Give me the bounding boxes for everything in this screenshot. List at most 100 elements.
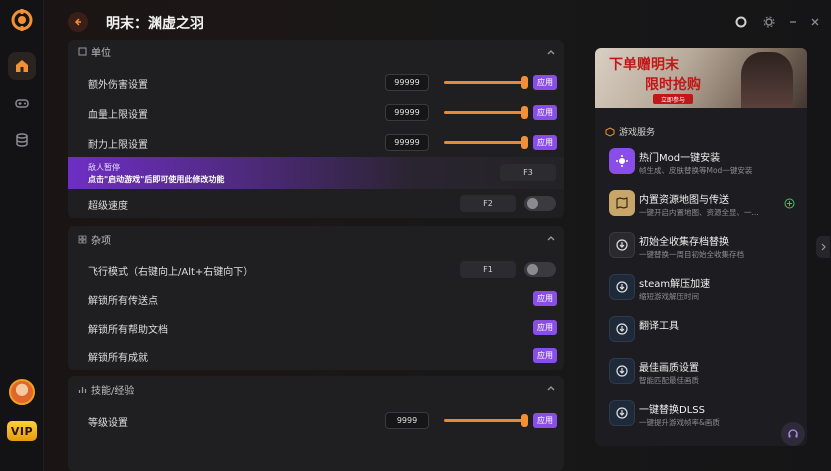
extra-damage-slider[interactable] (444, 81, 526, 84)
setting-row-fly-mode: 飞行模式（右键向上/Alt+右键向下） F1 (68, 255, 564, 284)
slider-thumb[interactable] (521, 106, 528, 119)
max-hp-input[interactable]: 99999 (385, 104, 429, 121)
section-unit-header[interactable]: 单位 (68, 40, 564, 62)
left-sidebar: VIP (0, 0, 44, 471)
slider-thumb[interactable] (521, 136, 528, 149)
service-item-map[interactable]: 内置资源地图与传送 一键开启内置地图、资源全显、一... (605, 186, 801, 224)
minimize-button[interactable] (786, 15, 800, 29)
service-item-save[interactable]: 初始全收集存档替换 一键替换一周目初始全收集存档 (605, 228, 801, 266)
setting-row-unlock-docs: 解锁所有帮助文档 应用 (68, 313, 564, 342)
enemy-pause-label: 敌人暂停 (88, 163, 120, 172)
setting-row-max-hp: 血量上限设置 99999 应用 (68, 98, 564, 127)
level-input[interactable]: 9999 (385, 412, 429, 429)
setting-row-extra-damage: 额外伤害设置 99999 应用 (68, 68, 564, 97)
translate-icon (609, 316, 635, 342)
nav-games-button[interactable] (8, 89, 36, 117)
banner-character-image (741, 52, 793, 108)
setting-label: 血量上限设置 (88, 110, 148, 121)
setting-label: 解锁所有成就 (88, 353, 148, 364)
banner-cta[interactable]: 立即参与 (653, 94, 693, 104)
headset-icon (788, 429, 798, 438)
arrow-left-icon (74, 18, 81, 26)
nav-home-button[interactable] (8, 52, 36, 80)
slider-thumb[interactable] (521, 76, 528, 89)
setting-label: 耐力上限设置 (88, 140, 148, 151)
service-name: 翻译工具 (639, 321, 679, 332)
launch-hint: 点击"启动游戏"后即可使用此修改功能 (88, 175, 225, 184)
hotkey-f1[interactable]: F1 (460, 261, 516, 278)
apply-button[interactable]: 应用 (533, 75, 557, 90)
super-speed-toggle[interactable] (524, 196, 556, 211)
setting-row-max-stamina: 耐力上限设置 99999 应用 (68, 128, 564, 157)
user-avatar[interactable] (9, 379, 35, 405)
home-icon (16, 60, 28, 72)
title-bar: 明末：渊虚之羽 (44, 0, 831, 44)
section-title: 杂项 (91, 235, 111, 247)
extra-damage-input[interactable]: 99999 (385, 74, 429, 91)
chevron-up-icon[interactable] (546, 47, 556, 57)
service-item-quality[interactable]: 最佳画质设置 智能匹配最佳画质 (605, 354, 801, 392)
max-stamina-input[interactable]: 99999 (385, 134, 429, 151)
apply-button[interactable]: 应用 (533, 105, 557, 120)
service-name: 最佳画质设置 (639, 363, 699, 374)
apply-button[interactable]: 应用 (533, 413, 557, 428)
setting-row-unlock-achievements: 解锁所有成就 应用 (68, 341, 564, 370)
app-logo-icon (11, 9, 33, 31)
section-title: 技能/经验 (91, 385, 135, 397)
record-icon (735, 16, 747, 28)
max-hp-slider[interactable] (444, 111, 526, 114)
minimize-icon (790, 21, 796, 23)
record-button[interactable] (734, 15, 748, 29)
service-item-translate[interactable]: 翻译工具 (605, 312, 801, 350)
max-stamina-slider[interactable] (444, 141, 526, 144)
service-desc: 帧生成、皮肤替换等Mod一键安装 (639, 166, 753, 175)
gamepad-icon (15, 99, 29, 108)
service-desc: 缩短游戏解压时间 (639, 292, 699, 301)
chevron-up-icon[interactable] (546, 233, 556, 243)
promo-banner[interactable]: 下单赠明末 限时抢购 立即参与 (595, 48, 807, 108)
support-button[interactable] (781, 422, 805, 446)
plus-circle-icon[interactable] (784, 198, 795, 209)
services-heading-text: 游戏服务 (619, 128, 656, 138)
expand-panel-button[interactable] (816, 236, 830, 258)
section-misc: 杂项 飞行模式（右键向上/Alt+右键向下） F1 解锁所有传送点 应用 解锁所… (68, 226, 564, 370)
apply-button[interactable]: 应用 (533, 135, 557, 150)
dlss-icon (609, 400, 635, 426)
fly-mode-toggle[interactable] (524, 262, 556, 277)
setting-row-super-speed: 超级速度 F2 (68, 189, 564, 218)
map-icon (609, 190, 635, 216)
setting-label: 飞行模式（右键向上/Alt+右键向下） (88, 267, 254, 278)
apply-button[interactable]: 应用 (533, 291, 557, 306)
apply-button[interactable]: 应用 (533, 320, 557, 335)
apply-button[interactable]: 应用 (533, 348, 557, 363)
close-icon (811, 18, 819, 26)
back-button[interactable] (68, 12, 88, 32)
level-slider[interactable] (444, 419, 526, 422)
banner-subline: 限时抢购 (645, 77, 701, 93)
chevron-up-icon[interactable] (546, 383, 556, 393)
hotkey-f3[interactable]: F3 (500, 164, 556, 181)
vip-badge[interactable]: VIP (7, 421, 37, 441)
setting-label: 等级设置 (88, 418, 128, 429)
settings-button[interactable] (762, 15, 776, 29)
section-title: 单位 (91, 47, 111, 59)
service-desc: 一键开启内置地图、资源全显、一... (639, 208, 759, 217)
setting-label: 解锁所有帮助文档 (88, 325, 168, 336)
section-skill-header[interactable]: 技能/经验 (68, 376, 564, 402)
slider-thumb[interactable] (521, 414, 528, 427)
unit-icon (78, 47, 87, 55)
gear-icon (763, 16, 775, 28)
services-heading: 游戏服务 (605, 125, 655, 138)
mod-icon (609, 148, 635, 174)
section-misc-header[interactable]: 杂项 (68, 226, 564, 252)
hotkey-f2[interactable]: F2 (460, 195, 516, 212)
service-item-mod[interactable]: 热门Mod一键安装 帧生成、皮肤替换等Mod一键安装 (605, 144, 801, 182)
game-services-panel: 下单赠明末 限时抢购 立即参与 游戏服务 热门Mod一键安装 帧生成、皮肤替换等… (595, 48, 807, 446)
grid-icon (78, 235, 87, 243)
service-desc: 一键替换一周目初始全收集存档 (639, 250, 744, 259)
close-button[interactable] (808, 15, 822, 29)
nav-storage-button[interactable] (8, 126, 36, 154)
service-item-steam[interactable]: steam解压加速 缩短游戏解压时间 (605, 270, 801, 308)
service-desc: 一键提升游戏帧率&画质 (639, 418, 720, 427)
service-item-dlss[interactable]: 一键替换DLSS 一键提升游戏帧率&画质 (605, 396, 801, 434)
